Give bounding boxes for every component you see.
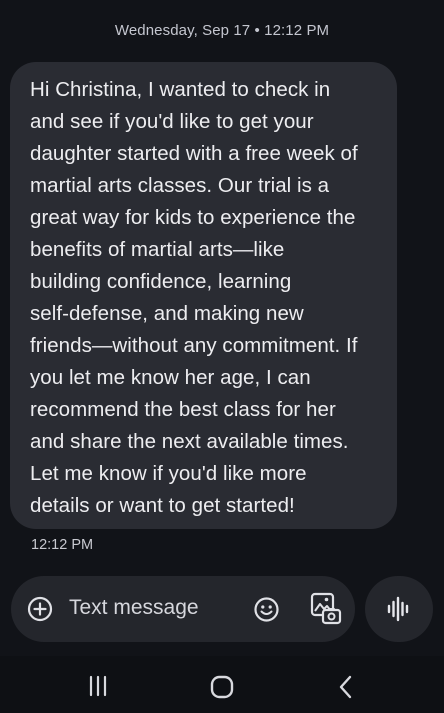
- gallery-icon[interactable]: [308, 591, 344, 627]
- recents-icon[interactable]: [84, 674, 112, 698]
- voice-message-button[interactable]: [365, 576, 433, 642]
- message-timestamp: 12:12 PM: [31, 537, 94, 553]
- emoji-icon[interactable]: [253, 596, 280, 623]
- home-icon[interactable]: [206, 673, 238, 701]
- text-message-input[interactable]: Text message: [69, 596, 199, 620]
- system-navigation-bar: [0, 656, 444, 713]
- message-compose-bar[interactable]: Text message: [11, 576, 355, 642]
- conversation-date-header: Wednesday, Sep 17 • 12:12 PM: [114, 22, 330, 39]
- incoming-message-bubble[interactable]: Hi Christina, I wanted to check in and s…: [10, 62, 397, 529]
- add-circle-icon[interactable]: [27, 596, 53, 622]
- back-icon[interactable]: [334, 673, 358, 701]
- voice-waveform-icon: [387, 595, 411, 623]
- message-text: Hi Christina, I wanted to check in and s…: [30, 78, 358, 517]
